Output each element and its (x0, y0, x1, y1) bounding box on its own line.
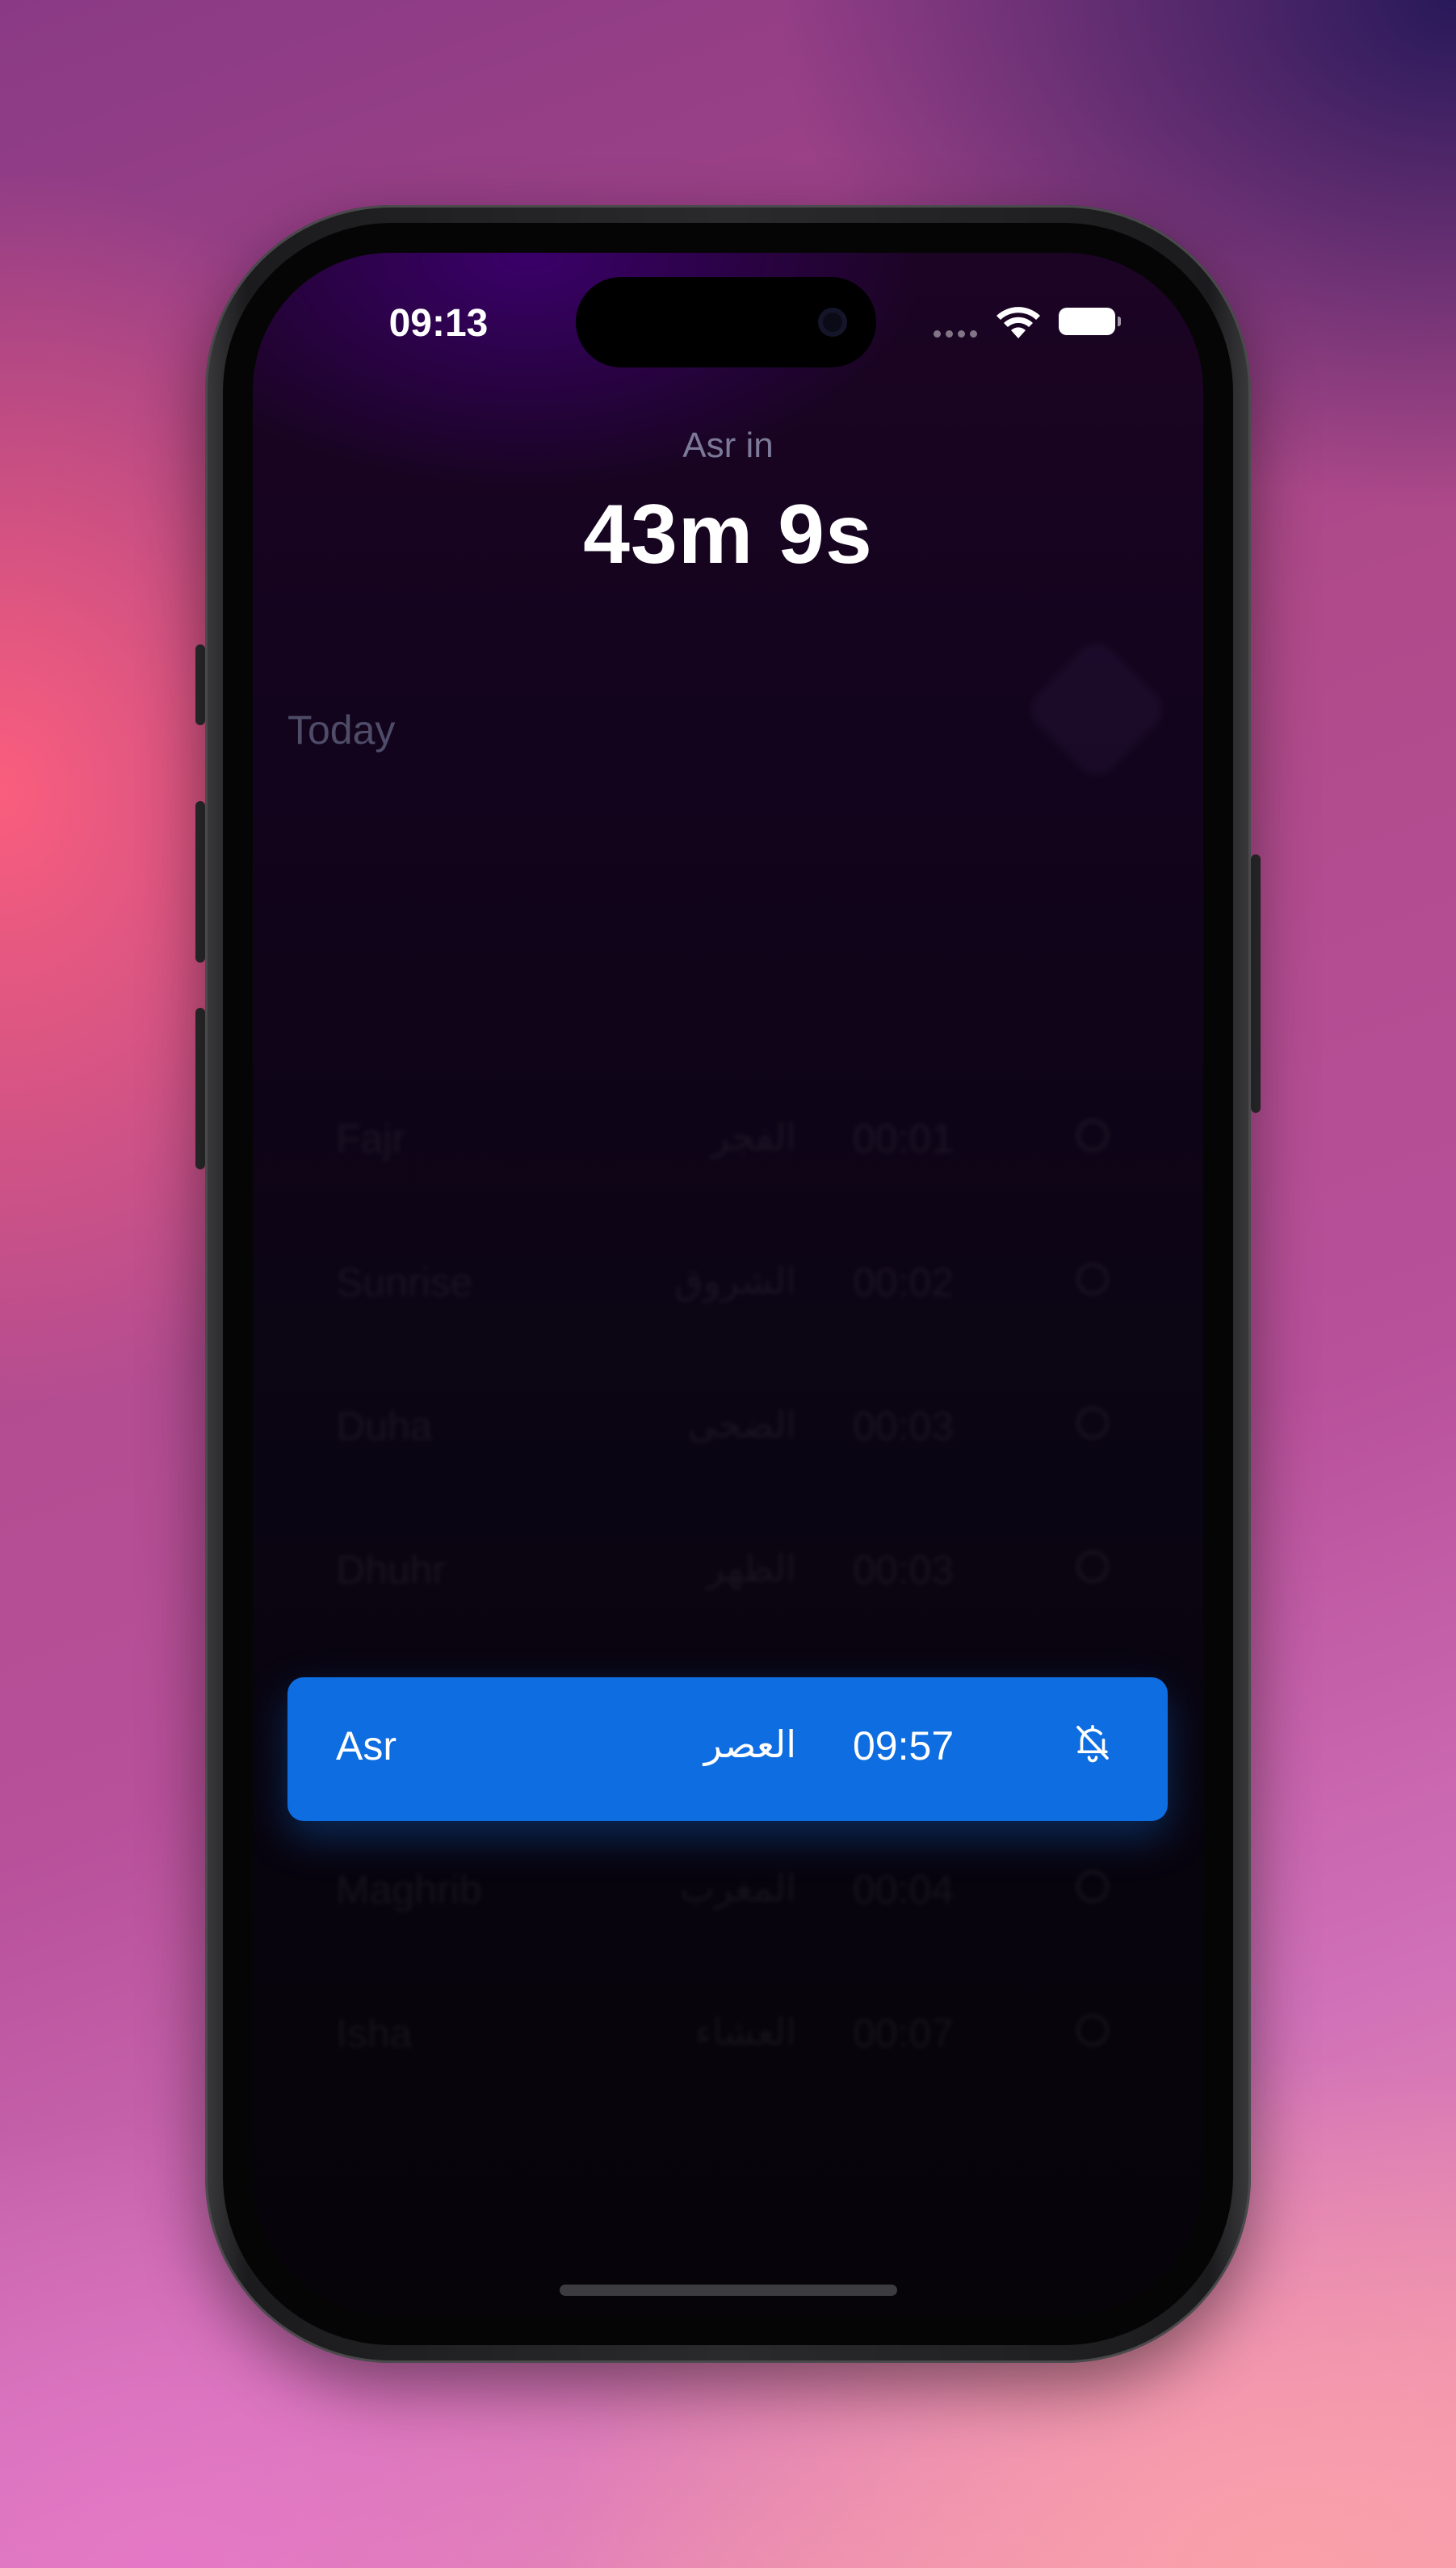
prayer-name: Sunrise (336, 1260, 473, 1305)
prayer-name-arabic: الشروق (673, 1259, 796, 1303)
qibla-compass-icon[interactable] (1022, 635, 1171, 783)
camera-icon (818, 308, 847, 337)
bell-icon[interactable] (1071, 1257, 1114, 1301)
power-button (1251, 854, 1261, 1113)
wifi-icon (997, 307, 1040, 338)
bell-icon[interactable] (1071, 2008, 1114, 2052)
next-prayer-label: Asr in (682, 426, 774, 465)
prayer-time: 00:07 (853, 2011, 955, 2056)
prayer-name: Maghrib (336, 1867, 482, 1912)
prayer-row-duha[interactable]: Duha الضحى 00:03 (287, 1357, 1168, 1501)
cellular-signal-icon (934, 330, 977, 338)
prayer-row-maghrib[interactable]: Maghrib المغرب 00:04 (287, 1821, 1168, 1965)
bell-icon[interactable] (1071, 1865, 1114, 1908)
prayer-time: 09:57 (853, 1723, 955, 1769)
prayer-name-arabic: الظهر (706, 1546, 796, 1590)
action-button (195, 644, 205, 725)
home-indicator[interactable] (560, 2285, 897, 2296)
prayer-row-isha[interactable]: Isha العشاء 00:07 (287, 1965, 1168, 2109)
battery-icon (1059, 308, 1121, 335)
prayer-row-dhuhr[interactable]: Dhuhr الظهر 00:03 (287, 1501, 1168, 1645)
prayer-name: Isha (336, 2011, 413, 2056)
prayer-row-asr[interactable]: Asr العصر 09:57 (287, 1677, 1168, 1821)
bell-icon[interactable] (1071, 1545, 1114, 1588)
prayer-name: Fajr (336, 1116, 406, 1161)
prayer-row-fajr[interactable]: Fajr الفجر 00:01 (287, 1070, 1168, 1214)
prayer-time: 00:04 (853, 1867, 955, 1912)
prayer-time: 00:03 (853, 1547, 955, 1592)
prayer-name-arabic: العصر (703, 1722, 796, 1766)
prayer-name-arabic: المغرب (679, 1866, 796, 1910)
day-title: Today (287, 707, 396, 753)
prayer-name-arabic: الفجر (711, 1115, 796, 1159)
status-time: 09:13 (388, 302, 489, 345)
bell-slash-icon[interactable] (1071, 1721, 1114, 1764)
prayer-name-arabic: الضحى (687, 1403, 796, 1446)
bell-icon[interactable] (1071, 1114, 1114, 1157)
countdown-timer: 43m 9s (583, 488, 873, 581)
prayer-row-sunrise[interactable]: Sunrise الشروق 00:02 (287, 1214, 1168, 1357)
volume-down-button (195, 1008, 205, 1169)
prayer-name: Dhuhr (336, 1547, 447, 1592)
bell-icon[interactable] (1071, 1401, 1114, 1445)
prayer-time: 00:02 (853, 1260, 955, 1305)
prayer-name: Asr (336, 1723, 397, 1769)
prayer-time: 00:01 (853, 1116, 955, 1161)
prayer-time: 00:03 (853, 1404, 955, 1449)
prayer-name: Duha (336, 1404, 433, 1449)
prayer-name-arabic: العشاء (694, 2010, 796, 2054)
app-screen: 09:13 Asr in 43m 9s Today Fajr الفجر 00:… (253, 253, 1203, 2315)
volume-up-button (195, 801, 205, 963)
dynamic-island (576, 277, 876, 367)
